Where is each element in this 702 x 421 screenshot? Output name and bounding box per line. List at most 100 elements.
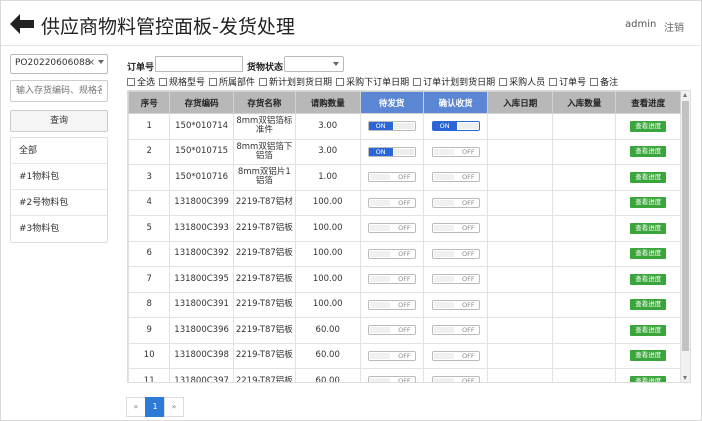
cell-code: 150*010714 <box>169 113 234 140</box>
column-header[interactable]: 查看进度 <box>615 91 681 114</box>
scrollbar-thumb[interactable] <box>682 101 689 351</box>
category-item[interactable]: #1物料包 <box>11 164 107 190</box>
column-checkbox[interactable]: 采购人员 <box>499 75 545 88</box>
scroll-down-icon[interactable] <box>683 376 687 380</box>
status-toggle[interactable]: OFF <box>431 248 480 259</box>
checkbox-icon[interactable] <box>259 78 268 86</box>
table-row[interactable]: 8 131800C391 2219-T87铝板 100.00 OFF OFF 查看进度 <box>128 291 681 318</box>
toggle-cell: OFF <box>422 164 489 191</box>
cell-stock-in-qty <box>552 138 617 165</box>
view-progress-button[interactable]: 查看进度 <box>630 120 667 132</box>
table-scrollbar[interactable] <box>681 91 690 382</box>
column-header[interactable]: 存货名称 <box>232 91 296 114</box>
checkbox-icon[interactable] <box>590 78 599 86</box>
view-progress-button[interactable]: 查看进度 <box>630 299 667 311</box>
table-row[interactable]: 1 150*010714 8mm双铝箔标准件 3.00 ON ON 查看进度 <box>128 113 681 140</box>
view-progress-button[interactable]: 查看进度 <box>630 273 667 285</box>
checkbox-icon[interactable] <box>159 78 168 86</box>
checkbox-icon[interactable] <box>499 78 508 86</box>
status-toggle[interactable]: OFF <box>431 299 480 310</box>
status-toggle[interactable]: ON <box>367 146 416 157</box>
next-page-button[interactable]: » <box>164 397 184 417</box>
table-row[interactable]: 7 131800C395 2219-T87铝板 100.00 OFF OFF 查看进度 <box>128 266 681 293</box>
view-progress-button[interactable]: 查看进度 <box>630 222 667 234</box>
status-toggle[interactable]: ON <box>367 121 416 131</box>
order-number-input[interactable] <box>155 56 243 72</box>
column-checkbox[interactable]: 订单计划到货日期 <box>413 75 495 88</box>
status-toggle[interactable]: OFF <box>431 274 480 284</box>
user-name[interactable]: admin <box>625 19 656 30</box>
column-header[interactable]: 序号 <box>128 91 171 114</box>
status-toggle[interactable]: OFF <box>367 325 416 335</box>
cell-progress: 查看进度 <box>615 164 681 191</box>
column-header[interactable]: 确认收货 <box>422 91 489 114</box>
view-progress-button[interactable]: 查看进度 <box>630 248 667 260</box>
view-progress-button[interactable]: 查看进度 <box>630 375 667 382</box>
column-header[interactable]: 存货编码 <box>169 91 234 114</box>
checkbox-icon[interactable] <box>209 78 218 86</box>
back-arrow-icon[interactable] <box>9 13 35 35</box>
prev-page-button[interactable]: « <box>126 397 146 417</box>
status-toggle[interactable]: OFF <box>431 376 480 382</box>
status-toggle[interactable]: OFF <box>431 172 480 182</box>
status-toggle[interactable]: OFF <box>431 146 480 157</box>
column-header[interactable]: 入库日期 <box>487 91 554 114</box>
status-toggle[interactable]: OFF <box>367 223 416 233</box>
status-toggle[interactable]: OFF <box>431 350 480 361</box>
table-row[interactable]: 5 131800C393 2219-T87铝板 100.00 OFF OFF 查看进度 <box>128 215 681 242</box>
logout-link[interactable]: 注销 <box>664 19 684 34</box>
view-progress-button[interactable]: 查看进度 <box>630 146 667 158</box>
order-select[interactable]: PO20220606088 × <box>10 54 108 74</box>
column-checkbox[interactable]: 备注 <box>590 75 618 88</box>
view-progress-button[interactable]: 查看进度 <box>630 350 667 362</box>
column-checkbox[interactable]: 规格型号 <box>159 75 205 88</box>
table-row[interactable]: 3 150*010716 8mm双铝片1铝箔 1.00 OFF OFF 查看进度 <box>128 164 681 191</box>
table-row[interactable]: 9 131800C396 2219-T87铝板 60.00 OFF OFF 查看进度 <box>128 317 681 344</box>
status-toggle[interactable]: ON <box>431 121 480 131</box>
checkbox-icon[interactable] <box>336 78 345 86</box>
status-toggle[interactable]: OFF <box>367 274 416 284</box>
status-toggle[interactable]: OFF <box>431 197 480 208</box>
status-toggle[interactable]: OFF <box>367 350 416 361</box>
category-item[interactable]: 全部 <box>11 138 107 164</box>
scroll-up-icon[interactable] <box>683 93 687 97</box>
status-toggle[interactable]: OFF <box>431 223 480 233</box>
table-row[interactable]: 4 131800C399 2219-T87铝材 100.00 OFF OFF 查看进度 <box>128 189 681 216</box>
column-checkbox[interactable]: 全选 <box>127 75 155 88</box>
status-toggle[interactable]: OFF <box>367 197 416 208</box>
column-header[interactable]: 请购数量 <box>294 91 361 114</box>
status-toggle[interactable]: OFF <box>367 172 416 182</box>
checkbox-icon[interactable] <box>549 78 558 86</box>
cell-progress: 查看进度 <box>615 189 681 216</box>
cell-no: 2 <box>128 138 171 165</box>
status-toggle[interactable]: OFF <box>431 325 480 335</box>
search-input[interactable] <box>10 80 108 102</box>
toggle-cell: OFF <box>359 189 424 216</box>
status-toggle[interactable]: OFF <box>367 248 416 259</box>
toggle-label: OFF <box>462 351 475 360</box>
checkbox-icon[interactable] <box>413 78 422 86</box>
view-progress-button[interactable]: 查看进度 <box>630 197 667 209</box>
cell-qty: 3.00 <box>294 138 361 165</box>
column-checkbox[interactable]: 采购下订单日期 <box>336 75 409 88</box>
view-progress-button[interactable]: 查看进度 <box>630 171 667 183</box>
query-button[interactable]: 查询 <box>10 110 108 132</box>
column-checkbox[interactable]: 新计划到货日期 <box>259 75 332 88</box>
column-header[interactable]: 待发货 <box>359 91 424 114</box>
category-item[interactable]: #2号物料包 <box>11 190 107 216</box>
column-checkbox[interactable]: 订单号 <box>549 75 586 88</box>
table-row[interactable]: 11 131800C397 2219-T87铝板 60.00 OFF OFF 查看进度 <box>128 368 681 382</box>
category-item[interactable]: #3物料包 <box>11 216 107 242</box>
status-toggle[interactable]: OFF <box>367 299 416 310</box>
table-row[interactable]: 2 150*010715 8mm双铝箔下铝箔 3.00 ON OFF 查看进度 <box>128 138 681 165</box>
column-checkbox[interactable]: 所属部件 <box>209 75 255 88</box>
goods-status-select[interactable] <box>284 56 344 72</box>
view-progress-button[interactable]: 查看进度 <box>630 324 667 336</box>
status-toggle[interactable]: OFF <box>367 376 416 382</box>
clear-icon[interactable]: × <box>87 58 95 68</box>
table-row[interactable]: 6 131800C392 2219-T87铝板 100.00 OFF OFF 查看进度 <box>128 240 681 267</box>
table-row[interactable]: 10 131800C398 2219-T87铝板 60.00 OFF OFF 查看进度 <box>128 342 681 369</box>
column-header[interactable]: 入库数量 <box>552 91 617 114</box>
checkbox-icon[interactable] <box>127 78 135 86</box>
page-button-1[interactable]: 1 <box>145 397 165 417</box>
